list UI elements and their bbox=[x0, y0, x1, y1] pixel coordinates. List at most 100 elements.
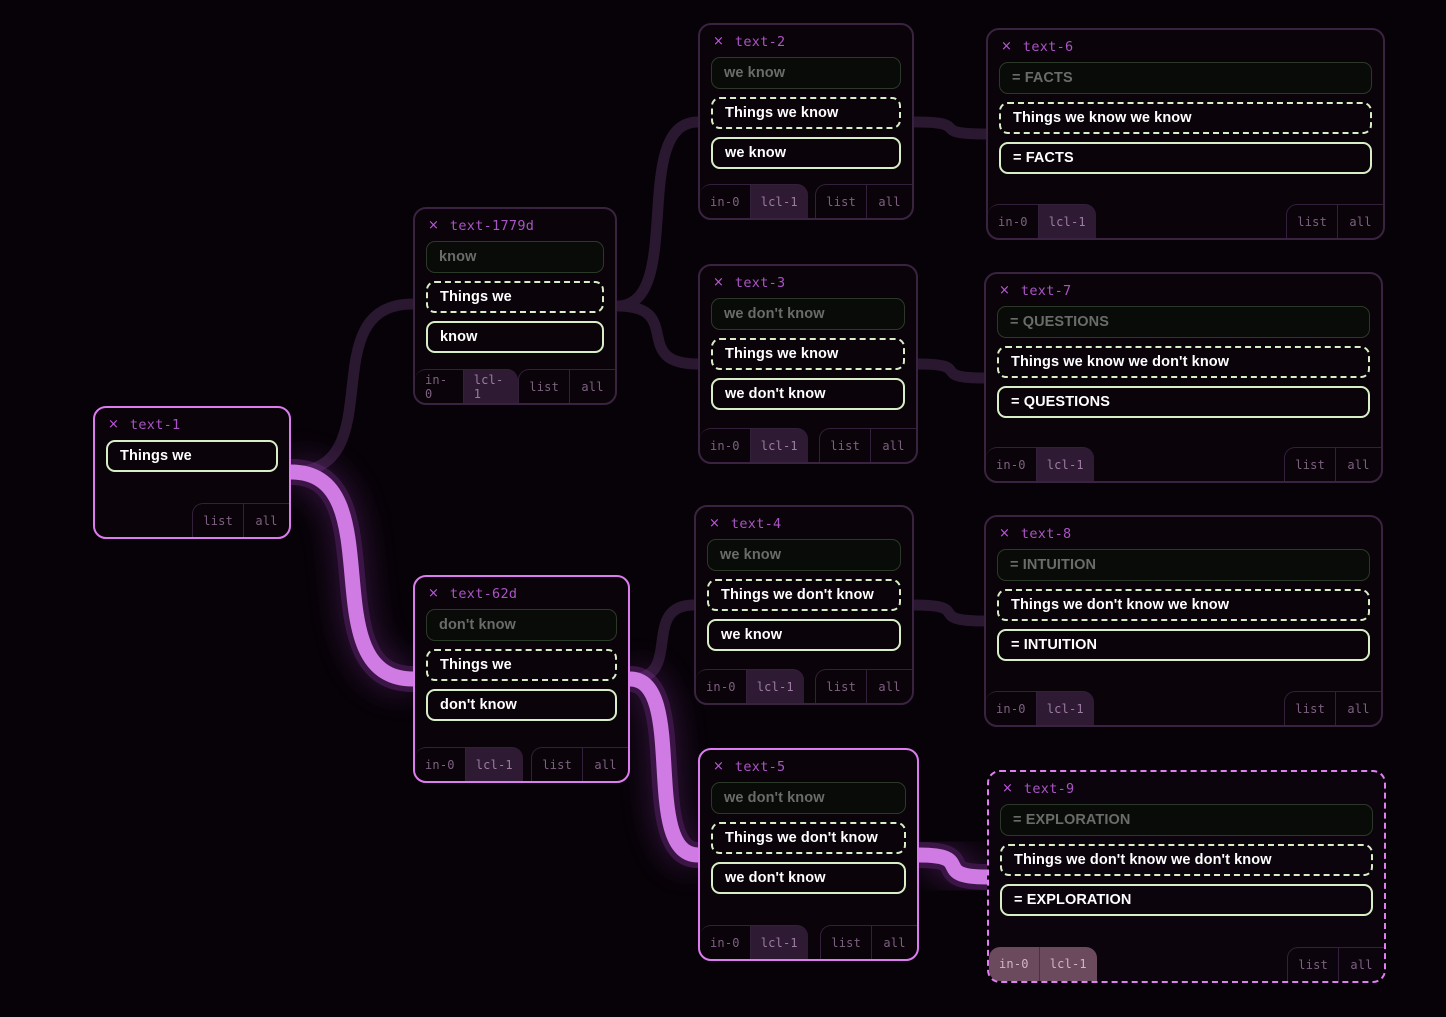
prefix-input[interactable]: Things we don't know we don't know bbox=[1000, 844, 1373, 876]
node-text-9[interactable]: × text-9 = EXPLORATION Things we don't know… bbox=[987, 770, 1386, 983]
template-input[interactable]: = QUESTIONS bbox=[997, 306, 1370, 338]
output-input[interactable]: = FACTS bbox=[999, 142, 1372, 174]
node-text-2[interactable]: × text-2 we know Things we know we know in-0 l… bbox=[698, 23, 914, 220]
node-title-bar[interactable]: × text-8 bbox=[986, 517, 1381, 546]
close-icon[interactable]: × bbox=[713, 35, 724, 48]
close-icon[interactable]: × bbox=[428, 219, 439, 232]
tab-in-0[interactable]: in-0 bbox=[700, 184, 751, 218]
tab-lcl-1[interactable]: lcl-1 bbox=[750, 925, 808, 959]
node-text-62d[interactable]: × text-62d don't know Things we don't know in… bbox=[413, 575, 630, 783]
tab-in-0[interactable]: in-0 bbox=[700, 925, 751, 959]
output-input[interactable]: = QUESTIONS bbox=[997, 386, 1370, 418]
edge-text-3-to-text-7[interactable] bbox=[912, 358, 990, 384]
edge-text-2-to-text-6[interactable] bbox=[908, 116, 992, 140]
node-title-bar[interactable]: × text-7 bbox=[986, 274, 1381, 303]
tab-list[interactable]: list bbox=[815, 669, 867, 703]
template-input[interactable]: = FACTS bbox=[999, 62, 1372, 94]
node-title-bar[interactable]: × text-9 bbox=[989, 772, 1384, 801]
edge-text-1779d-to-text-2[interactable] bbox=[611, 116, 704, 312]
tab-all[interactable]: all bbox=[570, 369, 615, 403]
tab-list[interactable]: list bbox=[518, 369, 570, 403]
tab-list[interactable]: list bbox=[1284, 691, 1336, 725]
tab-list[interactable]: list bbox=[192, 503, 244, 537]
tab-all[interactable]: all bbox=[583, 747, 628, 781]
output-port-handle[interactable] bbox=[917, 845, 919, 865]
close-icon[interactable]: × bbox=[428, 587, 439, 600]
tab-all[interactable]: all bbox=[872, 925, 917, 959]
node-text-8[interactable]: × text-8 = INTUITION Things we don't know w… bbox=[984, 515, 1383, 727]
tab-all[interactable]: all bbox=[1336, 691, 1381, 725]
tab-in-0[interactable]: in-0 bbox=[986, 447, 1037, 481]
node-title-bar[interactable]: × text-6 bbox=[988, 30, 1383, 59]
tab-lcl-1[interactable]: lcl-1 bbox=[1036, 691, 1094, 725]
edge-text-1-to-text-62d[interactable] bbox=[283, 464, 421, 687]
node-title-bar[interactable]: × text-3 bbox=[700, 266, 916, 295]
tab-lcl-1[interactable]: lcl-1 bbox=[1038, 204, 1096, 238]
template-input[interactable]: we know bbox=[711, 57, 901, 89]
tab-lcl-1[interactable]: lcl-1 bbox=[750, 184, 808, 218]
tab-all[interactable]: all bbox=[1339, 947, 1384, 981]
output-input[interactable]: = EXPLORATION bbox=[1000, 884, 1373, 916]
tab-list[interactable]: list bbox=[1284, 447, 1336, 481]
template-input[interactable]: don't know bbox=[426, 609, 617, 641]
template-input[interactable]: = EXPLORATION bbox=[1000, 804, 1373, 836]
output-port-handle[interactable] bbox=[912, 112, 914, 132]
template-input[interactable]: we don't know bbox=[711, 782, 906, 814]
template-input[interactable]: we know bbox=[707, 539, 901, 571]
tab-all[interactable]: all bbox=[1336, 447, 1381, 481]
prefix-input[interactable]: Things we bbox=[426, 649, 617, 681]
output-port-handle[interactable] bbox=[916, 354, 918, 374]
prefix-input[interactable]: Things we don't know bbox=[711, 822, 906, 854]
tab-lcl-1[interactable]: lcl-1 bbox=[750, 428, 808, 462]
tab-lcl-1[interactable]: lcl-1 bbox=[1039, 947, 1097, 981]
output-input[interactable]: = INTUITION bbox=[997, 629, 1370, 661]
tab-list[interactable]: list bbox=[815, 184, 867, 218]
edge-text-62d-to-text-4[interactable] bbox=[624, 599, 700, 685]
prefix-input[interactable]: Things we don't know bbox=[707, 579, 901, 611]
node-title-bar[interactable]: × text-4 bbox=[696, 507, 912, 536]
output-port-handle[interactable] bbox=[289, 463, 291, 483]
output-input[interactable]: we don't know bbox=[711, 862, 906, 894]
output-input[interactable]: we know bbox=[711, 137, 901, 169]
node-title-bar[interactable]: × text-5 bbox=[700, 750, 917, 779]
edge-text-1779d-to-text-3[interactable] bbox=[611, 300, 704, 370]
edge-text-62d-to-text-5[interactable] bbox=[622, 671, 706, 863]
prefix-input[interactable]: Things we know bbox=[711, 338, 905, 370]
prefix-input[interactable]: Things we know we know bbox=[999, 102, 1372, 134]
node-text-7[interactable]: × text-7 = QUESTIONS Things we know we don'… bbox=[984, 272, 1383, 483]
tab-in-0[interactable]: in-0 bbox=[986, 691, 1037, 725]
tab-lcl-1[interactable]: lcl-1 bbox=[746, 669, 804, 703]
output-input[interactable]: we don't know bbox=[711, 378, 905, 410]
tab-all[interactable]: all bbox=[867, 669, 912, 703]
tab-all[interactable]: all bbox=[867, 184, 912, 218]
template-input[interactable]: = INTUITION bbox=[997, 549, 1370, 581]
close-icon[interactable]: × bbox=[999, 284, 1010, 297]
close-icon[interactable]: × bbox=[713, 760, 724, 773]
tab-in-0[interactable]: in-0 bbox=[989, 947, 1040, 981]
output-input[interactable]: don't know bbox=[426, 689, 617, 721]
tab-list[interactable]: list bbox=[1286, 204, 1338, 238]
edge-text-1-to-text-1779d[interactable] bbox=[285, 298, 419, 478]
prefix-input[interactable]: Things we bbox=[426, 281, 604, 313]
tab-in-0[interactable]: in-0 bbox=[696, 669, 747, 703]
tab-list[interactable]: list bbox=[531, 747, 583, 781]
output-port-handle[interactable] bbox=[628, 669, 630, 689]
tab-all[interactable]: all bbox=[244, 503, 289, 537]
node-title-bar[interactable]: × text-2 bbox=[700, 25, 912, 54]
close-icon[interactable]: × bbox=[999, 527, 1010, 540]
edge-text-4-to-text-8[interactable] bbox=[908, 599, 990, 627]
tab-in-0[interactable]: in-0 bbox=[415, 747, 466, 781]
output-input[interactable]: know bbox=[426, 321, 604, 353]
template-input[interactable]: we don't know bbox=[711, 298, 905, 330]
close-icon[interactable]: × bbox=[1001, 40, 1012, 53]
output-port-handle[interactable] bbox=[912, 595, 914, 615]
edge-text-5-to-text-9[interactable] bbox=[911, 847, 995, 885]
tab-in-0[interactable]: in-0 bbox=[415, 369, 464, 403]
prefix-input[interactable]: Things we know we don't know bbox=[997, 346, 1370, 378]
node-text-6[interactable]: × text-6 = FACTS Things we know we know = FA… bbox=[986, 28, 1385, 240]
tab-list[interactable]: list bbox=[819, 428, 871, 462]
template-input[interactable]: know bbox=[426, 241, 604, 273]
tab-lcl-1[interactable]: lcl-1 bbox=[463, 369, 519, 403]
tab-lcl-1[interactable]: lcl-1 bbox=[465, 747, 523, 781]
tab-in-0[interactable]: in-0 bbox=[988, 204, 1039, 238]
